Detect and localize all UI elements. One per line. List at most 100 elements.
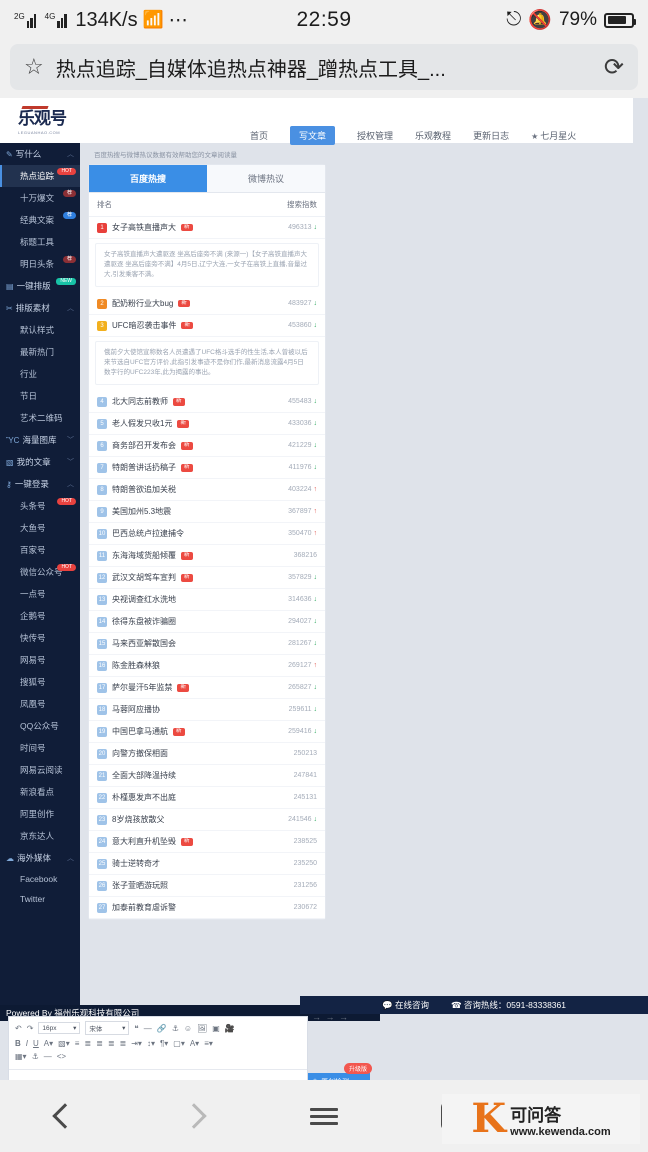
bold-icon[interactable]: B <box>15 1039 21 1048</box>
sidebar-group-15[interactable]: ⚷ 一键登录 ︿ <box>0 473 80 495</box>
hotlist-row[interactable]: 14 徐得东盘被诈骗圈 294027 ↓ <box>89 611 325 634</box>
hotlist-row[interactable]: 17 萨尔曼汗5年监禁新 265827 ↓ <box>89 677 325 700</box>
tab-weibo-hot[interactable]: 微博热议 <box>207 165 325 193</box>
sidebar-item-26[interactable]: QQ公众号 <box>0 715 80 737</box>
tab-baidu-hot[interactable]: 百度热搜 <box>89 165 207 193</box>
hotlist-row[interactable]: 8 特朗普欲追加关税 403224 ↑ <box>89 479 325 502</box>
page-title[interactable]: 热点追踪_自媒体追热点神器_蹭热点工具_... <box>56 53 592 82</box>
hotlist-row[interactable]: 11 东海海域货船倾覆新 368216 <box>89 545 325 568</box>
hotlist-row[interactable]: 15 马来西亚解散国会 281267 ↓ <box>89 633 325 656</box>
hotlist-row[interactable]: 27 加泰前教育虐诉警 230672 <box>89 897 325 920</box>
nav-item-tutorial[interactable]: 乐观教程 <box>415 129 451 142</box>
online-consult[interactable]: 💬 在线咨询 <box>382 999 429 1011</box>
sidebar-item-1[interactable]: 热点追踪 HOT <box>0 165 80 187</box>
sidebar-item-5[interactable]: 明日头条荐 <box>0 253 80 275</box>
sidebar-item-16[interactable]: 头条号 HOT <box>0 495 80 517</box>
align-right-icon[interactable]: ≣ <box>108 1039 115 1048</box>
address-bar[interactable]: ☆ 热点追踪_自媒体追热点神器_蹭热点工具_... ⟳ <box>10 44 638 90</box>
hr-icon[interactable]: ― <box>44 1052 52 1061</box>
video-icon[interactable]: 🎥 <box>225 1024 235 1033</box>
align-justify-icon[interactable]: ≣ <box>120 1039 127 1048</box>
sidebar-item-10[interactable]: 行业 <box>0 363 80 385</box>
sidebar-group-6[interactable]: ▤ 一键排版 NEW <box>0 275 80 297</box>
sidebar-item-23[interactable]: 网易号 <box>0 649 80 671</box>
sidebar-item-28[interactable]: 网易云阅读 <box>0 759 80 781</box>
align-center-icon[interactable]: ≣ <box>96 1039 103 1048</box>
bookmark-star-icon[interactable]: ☆ <box>24 54 44 80</box>
hotlist-row[interactable]: 26 张子萱晒游玩照 231256 <box>89 875 325 898</box>
nav-item-changelog[interactable]: 更新日志 <box>473 129 509 142</box>
font-family-select[interactable]: 宋体 ▾ <box>85 1021 130 1035</box>
format-clear-icon[interactable]: ❝ <box>134 1024 138 1033</box>
divider-icon[interactable]: — <box>144 1024 152 1033</box>
underline-icon[interactable]: U <box>33 1039 39 1048</box>
sidebar-item-30[interactable]: 阿里创作 <box>0 803 80 825</box>
redo-icon[interactable]: ↷ <box>27 1024 34 1033</box>
bg-color-icon[interactable]: ▧▾ <box>58 1039 70 1048</box>
reload-icon[interactable]: ⟳ <box>604 53 624 82</box>
paragraph-icon[interactable]: ¶▾ <box>160 1039 168 1048</box>
anchor-icon[interactable]: ⚓ <box>32 1052 39 1061</box>
sidebar-item-18[interactable]: 百家号 <box>0 539 80 561</box>
align-left-icon[interactable]: ≣ <box>84 1039 91 1048</box>
hotlist-row[interactable]: 10 巴西总统卢拉逮捕令 350470 ↑ <box>89 523 325 546</box>
table-icon[interactable]: ▦▾ <box>15 1052 27 1061</box>
hotlist-row[interactable]: 2 配奶粉行业大bug 新 483927 ↓ <box>89 293 325 316</box>
sidebar-item-2[interactable]: 十万爆文荐 <box>0 187 80 209</box>
sidebar-group-0[interactable]: ✎ 写什么 ︿ <box>0 143 80 165</box>
clear-format-icon[interactable]: A▾ <box>190 1039 199 1048</box>
hotlist-row[interactable]: 6 商务部召开发布会新 421229 ↓ <box>89 435 325 458</box>
site-logo[interactable]: 乐观号 LEGUANHAO.COM <box>18 104 74 136</box>
nav-item-home[interactable]: 首页 <box>250 129 268 142</box>
image-icon[interactable]: 🖼 <box>197 1024 207 1033</box>
site-sidebar[interactable]: ✎ 写什么 ︿ 热点追踪 HOT 十万爆文荐经典文案荐标题工具 明日头条荐 ▤ 一键排版 NEW ✂… <box>0 143 80 1005</box>
sidebar-item-9[interactable]: 最新热门 <box>0 341 80 363</box>
hotlist-row[interactable]: 16 陈金胜森林狼 269127 ↑ <box>89 655 325 678</box>
sidebar-item-11[interactable]: 节日 <box>0 385 80 407</box>
sidebar-group-14[interactable]: ▧ 我的文章 ﹀ <box>0 451 80 473</box>
font-size-select[interactable]: 16px ▾ <box>38 1022 81 1034</box>
nav-forward-button[interactable] <box>130 1103 260 1129</box>
nav-item-promo[interactable]: ★ 七月星火 <box>531 129 576 142</box>
undo-icon[interactable]: ↶ <box>15 1024 22 1033</box>
sidebar-group-7[interactable]: ✂ 排版素材 ︿ <box>0 297 80 319</box>
list-icon[interactable]: ≡ <box>75 1039 80 1048</box>
hotlist-row[interactable]: 25 骑士逆转奇才 235250 <box>89 853 325 876</box>
hotlist-row[interactable]: 21 全面大部降温持续 247841 <box>89 765 325 788</box>
sidebar-item-4[interactable]: 标题工具 <box>0 231 80 253</box>
hotlist-row[interactable]: 19 中国巴拿马通航新 259416 ↓ <box>89 721 325 744</box>
sidebar-item-33[interactable]: Facebook <box>0 869 80 889</box>
text-color-icon[interactable]: A▾ <box>44 1039 53 1048</box>
sidebar-item-25[interactable]: 凤凰号 <box>0 693 80 715</box>
sidebar-group-32[interactable]: ☁ 海外媒体 ︿ <box>0 847 80 869</box>
hotlist-row[interactable]: 13 央视调查红水洗地 314636 ↓ <box>89 589 325 612</box>
italic-icon[interactable]: I <box>26 1039 28 1048</box>
sidebar-item-21[interactable]: 企鹅号 <box>0 605 80 627</box>
unlink-icon[interactable]: ⚓ <box>172 1024 179 1033</box>
hotlist-row[interactable]: 20 向警方撤保相面 250213 <box>89 743 325 766</box>
style-icon[interactable]: ▢▾ <box>173 1039 185 1048</box>
hotlist-row[interactable]: 1 女子高铁直播声大新 496313 ↓ <box>89 217 325 239</box>
sidebar-item-3[interactable]: 经典文案荐 <box>0 209 80 231</box>
hotlist-row[interactable]: 3 UFC暗忍袭击事件新 453860 ↓ <box>89 315 325 338</box>
code-icon[interactable]: <> <box>57 1052 66 1061</box>
emoji-icon[interactable]: ☺ <box>184 1024 192 1033</box>
sidebar-item-20[interactable]: 一点号 <box>0 583 80 605</box>
sidebar-item-27[interactable]: 时间号 <box>0 737 80 759</box>
nav-back-button[interactable] <box>0 1103 130 1129</box>
hotlist-row[interactable]: 23 8岁烧孩放散父 241546 ↓ <box>89 809 325 832</box>
sidebar-item-31[interactable]: 京东达人 <box>0 825 80 847</box>
nav-menu-button[interactable] <box>259 1104 389 1129</box>
sidebar-item-8[interactable]: 默认样式 <box>0 319 80 341</box>
hotlist-row[interactable]: 24 意大利直升机坠毁新 238525 <box>89 831 325 854</box>
sidebar-item-17[interactable]: 大鱼号 <box>0 517 80 539</box>
sidebar-group-13[interactable]: ὛC 海量图库 ﹀ <box>0 429 80 451</box>
sidebar-item-12[interactable]: 艺术二维码 <box>0 407 80 429</box>
line-height-icon[interactable]: ↕▾ <box>147 1039 155 1048</box>
hotlist-row[interactable]: 18 马蓉阿应播协 259611 ↓ <box>89 699 325 722</box>
hotlist-row[interactable]: 22 朴槿惠发声不出庭 245131 <box>89 787 325 810</box>
sidebar-item-29[interactable]: 新浪看点 <box>0 781 80 803</box>
hotlist-row[interactable]: 4 北大同志前教师新 455483 ↓ <box>89 391 325 414</box>
hotlist-row[interactable]: 7 特朗普讲话扔稿子新 411976 ↓ <box>89 457 325 480</box>
sidebar-item-19[interactable]: 微信公众号 HOT <box>0 561 80 583</box>
